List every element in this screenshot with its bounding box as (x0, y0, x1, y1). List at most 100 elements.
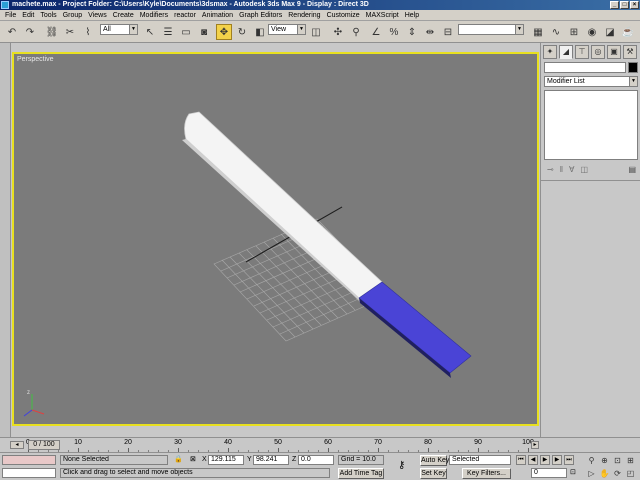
timeline-tick-label: 30 (174, 439, 182, 446)
zoom-extents-icon[interactable]: ⊡ (612, 455, 623, 466)
render-setup-icon[interactable]: ◪ (602, 24, 618, 40)
time-config-icon[interactable]: ⊡ (570, 468, 576, 478)
object-color-swatch[interactable] (628, 62, 638, 73)
z-coordinate-field[interactable]: 0.0 (298, 455, 334, 465)
key-mode-dropdown[interactable]: Selected (449, 455, 511, 465)
motion-tab-icon[interactable]: ◎ (591, 45, 605, 59)
menu-views[interactable]: Views (85, 10, 110, 21)
absolute-mode-icon[interactable]: ⊠ (190, 455, 196, 465)
pan-icon[interactable]: ✋ (599, 468, 610, 479)
spinner-snap-icon[interactable]: ⇕ (404, 24, 420, 40)
move-icon[interactable]: ✥ (216, 24, 232, 40)
modifier-list-dropdown[interactable]: Modifier List ▼ (544, 76, 638, 87)
current-frame-field[interactable]: 0 (531, 468, 567, 478)
key-filters-button[interactable]: Key Filters... (462, 468, 511, 479)
reference-coord-dropdown[interactable]: View ▼ (268, 24, 306, 35)
menu-help[interactable]: Help (402, 10, 422, 21)
menu-tools[interactable]: Tools (37, 10, 59, 21)
curve-editor-icon[interactable]: ∿ (548, 24, 564, 40)
time-slider-handle[interactable]: 0 / 100 (28, 440, 60, 450)
rotate-icon[interactable]: ↻ (234, 24, 250, 40)
modify-tab-icon[interactable]: ◢ (559, 45, 573, 59)
time-slider-prev-icon[interactable]: ◂ (10, 441, 24, 449)
next-frame-icon[interactable]: ▶ (552, 455, 562, 465)
time-slider-track[interactable]: ◂ 0102030405060708090100 0 / 100 ▸ (0, 437, 640, 453)
go-to-end-icon[interactable]: ⏭ (564, 455, 574, 465)
snap-icon[interactable]: ⚲ (348, 24, 364, 40)
window-crossing-icon[interactable]: ◙ (196, 24, 212, 40)
menu-animation[interactable]: Animation (199, 10, 236, 21)
menu-modifiers[interactable]: Modifiers (137, 10, 171, 21)
go-to-start-icon[interactable]: ⏮ (516, 455, 526, 465)
material-editor-icon[interactable]: ◉ (584, 24, 600, 40)
angle-snap-icon[interactable]: ∠ (368, 24, 384, 40)
x-coordinate-field[interactable]: 129.115 (208, 455, 244, 465)
select-icon[interactable]: ↖ (142, 24, 158, 40)
previous-frame-icon[interactable]: ◀ (528, 455, 538, 465)
close-button[interactable]: × (630, 1, 639, 9)
percent-snap-icon[interactable]: % (386, 24, 402, 40)
link-icon[interactable]: ⛓ (44, 24, 60, 40)
named-selection-dropdown[interactable]: ▼ (458, 24, 524, 35)
timeline-ruler[interactable]: 0102030405060708090100 (26, 438, 534, 453)
pin-stack-icon[interactable]: ⊸ (547, 165, 554, 174)
menu-reactor[interactable]: reactor (171, 10, 199, 21)
play-icon[interactable]: ▶ (540, 455, 550, 465)
remove-modifier-icon[interactable]: ◫ (581, 165, 589, 174)
schematic-icon[interactable]: ⊞ (566, 24, 582, 40)
orbit-icon[interactable]: ⟳ (612, 468, 623, 479)
menu-graph-editors[interactable]: Graph Editors (236, 10, 285, 21)
make-unique-icon[interactable]: ∀ (569, 165, 574, 174)
machete-blade[interactable] (182, 111, 383, 303)
set-key-button[interactable]: Set Key (420, 468, 447, 479)
create-tab-icon[interactable]: ✦ (543, 45, 557, 59)
align-icon[interactable]: ⊟ (440, 24, 456, 40)
add-time-tag-button[interactable]: Add Time Tag (338, 468, 384, 479)
zoom-extents-all-icon[interactable]: ⊞ (625, 455, 636, 466)
bind-spacewarp-icon[interactable]: ⌇ (80, 24, 96, 40)
maxscript-listener-field[interactable] (2, 455, 56, 465)
maximize-button[interactable]: □ (620, 1, 629, 9)
zoom-icon[interactable]: ⚲ (586, 455, 597, 466)
modifier-stack[interactable] (544, 90, 638, 160)
zoom-all-icon[interactable]: ⊕ (599, 455, 610, 466)
menu-rendering[interactable]: Rendering (285, 10, 323, 21)
pivot-icon[interactable]: ◫ (308, 24, 324, 40)
maxscript-input-field[interactable] (2, 468, 56, 478)
layers-icon[interactable]: ▦ (530, 24, 546, 40)
utilities-tab-icon[interactable]: ⚒ (623, 45, 637, 59)
hierarchy-tab-icon[interactable]: ⊤ (575, 45, 589, 59)
show-end-result-icon[interactable]: ‖ (560, 165, 563, 174)
machete-handle[interactable] (358, 281, 472, 378)
lock-icon[interactable]: 🔒 (174, 455, 183, 465)
perspective-viewport[interactable]: z Perspective (12, 52, 539, 426)
minimize-button[interactable]: _ (610, 1, 619, 9)
menu-group[interactable]: Group (60, 10, 85, 21)
undo-icon[interactable]: ↶ (4, 24, 20, 40)
auto-key-button[interactable]: Auto Key (420, 455, 449, 466)
menu-edit[interactable]: Edit (19, 10, 37, 21)
menu-create[interactable]: Create (110, 10, 137, 21)
selection-filter-dropdown[interactable]: All ▼ (100, 24, 138, 35)
timeline-tick-label: 20 (124, 439, 132, 446)
rect-region-icon[interactable]: ▭ (178, 24, 194, 40)
redo-icon[interactable]: ↷ (22, 24, 38, 40)
menu-file[interactable]: File (2, 10, 19, 21)
object-name-field[interactable] (544, 62, 626, 73)
scale-icon[interactable]: ◧ (252, 24, 268, 40)
mirror-icon[interactable]: ⇹ (422, 24, 438, 40)
menu-customize[interactable]: Customize (324, 10, 363, 21)
time-slider-next-icon[interactable]: ▸ (531, 441, 539, 449)
y-coordinate-field[interactable]: 98.241 (253, 455, 289, 465)
manipulate-icon[interactable]: ✣ (330, 24, 346, 40)
quick-render-icon[interactable]: ☕ (620, 24, 636, 40)
configure-modifier-sets-icon[interactable]: ▤ (628, 165, 636, 174)
viewport-label[interactable]: Perspective (17, 56, 54, 63)
select-by-name-icon[interactable]: ☰ (160, 24, 176, 40)
maximize-viewport-icon[interactable]: ◰ (625, 468, 636, 479)
selection-filter-value: All (103, 26, 111, 33)
display-tab-icon[interactable]: ▣ (607, 45, 621, 59)
field-of-view-icon[interactable]: ▷ (586, 468, 597, 479)
menu-maxscript[interactable]: MAXScript (363, 10, 402, 21)
unlink-icon[interactable]: ✂ (62, 24, 78, 40)
